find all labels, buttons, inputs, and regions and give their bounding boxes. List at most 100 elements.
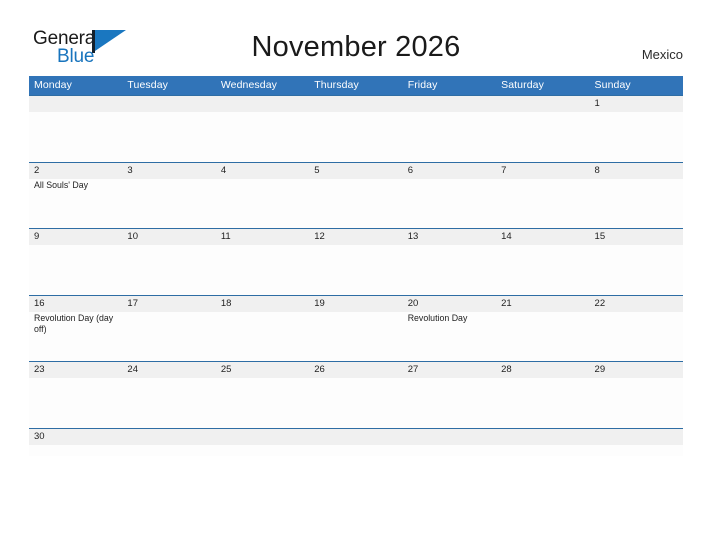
week-date-band: 9 10 11 12 13 14 15 bbox=[29, 229, 683, 245]
day-event bbox=[496, 179, 589, 228]
weekday-header-sunday: Sunday bbox=[594, 79, 631, 91]
day-number[interactable]: 17 bbox=[122, 296, 215, 312]
day-number[interactable]: 29 bbox=[590, 362, 683, 378]
day-event: Revolution Day (day off) bbox=[34, 312, 114, 334]
day-number[interactable] bbox=[29, 96, 122, 112]
week-row: 16 17 18 19 20 21 22 Revolution Day (day… bbox=[29, 294, 683, 361]
weekday-header-thursday: Thursday bbox=[314, 79, 359, 91]
day-event bbox=[309, 312, 402, 361]
day-number[interactable] bbox=[496, 96, 589, 112]
day-number[interactable]: 23 bbox=[29, 362, 122, 378]
day-number[interactable]: 6 bbox=[403, 163, 496, 179]
day-number[interactable]: 16 bbox=[29, 296, 122, 312]
day-event bbox=[216, 312, 309, 361]
day-event bbox=[590, 312, 683, 361]
day-event bbox=[216, 112, 309, 161]
day-number[interactable] bbox=[122, 96, 215, 112]
day-number[interactable]: 8 bbox=[590, 163, 683, 179]
day-number[interactable] bbox=[403, 96, 496, 112]
day-number[interactable]: 26 bbox=[309, 362, 402, 378]
day-number[interactable]: 28 bbox=[496, 362, 589, 378]
day-event bbox=[496, 112, 589, 161]
day-number[interactable]: 22 bbox=[590, 296, 683, 312]
day-event bbox=[403, 445, 496, 456]
day-event bbox=[309, 112, 402, 161]
day-event: All Souls' Day bbox=[34, 179, 88, 190]
weekday-header-friday: Friday bbox=[407, 79, 438, 91]
day-event: Revolution Day bbox=[407, 312, 468, 323]
day-event bbox=[122, 445, 215, 456]
day-event bbox=[590, 245, 683, 294]
day-number[interactable]: 12 bbox=[309, 229, 402, 245]
day-number[interactable] bbox=[309, 96, 402, 112]
day-number[interactable]: 9 bbox=[29, 229, 122, 245]
day-number[interactable]: 19 bbox=[309, 296, 402, 312]
weekday-header-monday: Monday bbox=[34, 79, 72, 91]
day-event bbox=[403, 112, 496, 161]
week-row: 30 bbox=[29, 427, 683, 456]
week-event-band bbox=[29, 445, 683, 456]
day-event bbox=[122, 112, 215, 161]
month-calendar: Monday Tuesday Wednesday Thursday Friday… bbox=[29, 76, 683, 456]
day-event bbox=[309, 245, 402, 294]
day-number[interactable]: 4 bbox=[216, 163, 309, 179]
weekday-header-row: Monday Tuesday Wednesday Thursday Friday… bbox=[29, 76, 683, 95]
weekday-header-saturday: Saturday bbox=[501, 79, 544, 91]
day-number[interactable]: 10 bbox=[122, 229, 215, 245]
day-event bbox=[216, 179, 309, 228]
day-event bbox=[122, 312, 215, 361]
page-header: General Blue November 2026 Mexico bbox=[0, 0, 712, 76]
day-event bbox=[590, 445, 683, 456]
day-number[interactable]: 1 bbox=[590, 96, 683, 112]
day-number[interactable] bbox=[122, 429, 215, 445]
weekday-header-tuesday: Tuesday bbox=[127, 79, 169, 91]
week-date-band: 23 24 25 26 27 28 29 bbox=[29, 362, 683, 378]
day-number[interactable]: 2 bbox=[29, 163, 122, 179]
page-title: November 2026 bbox=[251, 31, 461, 63]
day-event bbox=[590, 378, 683, 427]
week-event-band bbox=[29, 378, 683, 427]
day-number[interactable] bbox=[403, 429, 496, 445]
day-event bbox=[496, 312, 589, 361]
day-number[interactable]: 14 bbox=[496, 229, 589, 245]
day-number[interactable] bbox=[309, 429, 402, 445]
weekday-header-wednesday: Wednesday bbox=[220, 79, 278, 91]
day-number[interactable]: 25 bbox=[216, 362, 309, 378]
week-row: 9 10 11 12 13 14 15 bbox=[29, 228, 683, 295]
week-row: 23 24 25 26 27 28 29 bbox=[29, 361, 683, 428]
day-event bbox=[216, 245, 309, 294]
day-number[interactable]: 15 bbox=[590, 229, 683, 245]
day-number[interactable]: 21 bbox=[496, 296, 589, 312]
day-number[interactable] bbox=[590, 429, 683, 445]
day-number[interactable]: 24 bbox=[122, 362, 215, 378]
day-number[interactable]: 18 bbox=[216, 296, 309, 312]
day-number[interactable]: 7 bbox=[496, 163, 589, 179]
week-event-band bbox=[29, 245, 683, 294]
week-event-band bbox=[29, 112, 683, 161]
day-number[interactable]: 5 bbox=[309, 163, 402, 179]
day-event bbox=[590, 179, 683, 228]
day-event bbox=[403, 245, 496, 294]
day-number[interactable]: 27 bbox=[403, 362, 496, 378]
day-event bbox=[122, 245, 215, 294]
day-event bbox=[29, 112, 122, 161]
day-number[interactable]: 20 bbox=[403, 296, 496, 312]
week-row: 2 3 4 5 6 7 8 All Souls' Day bbox=[29, 161, 683, 228]
week-event-band: Revolution Day (day off) Revolution Day bbox=[29, 312, 683, 361]
day-number[interactable]: 3 bbox=[122, 163, 215, 179]
day-number[interactable] bbox=[216, 96, 309, 112]
day-number[interactable]: 30 bbox=[29, 429, 122, 445]
day-event bbox=[496, 245, 589, 294]
day-event bbox=[29, 245, 122, 294]
day-event bbox=[590, 112, 683, 161]
day-event bbox=[309, 445, 402, 456]
week-event-band: All Souls' Day bbox=[29, 179, 683, 228]
day-number[interactable] bbox=[216, 429, 309, 445]
day-number[interactable] bbox=[496, 429, 589, 445]
day-event bbox=[122, 378, 215, 427]
day-event bbox=[216, 378, 309, 427]
week-date-band: 30 bbox=[29, 428, 683, 445]
day-number[interactable]: 11 bbox=[216, 229, 309, 245]
day-event bbox=[216, 445, 309, 456]
day-number[interactable]: 13 bbox=[403, 229, 496, 245]
